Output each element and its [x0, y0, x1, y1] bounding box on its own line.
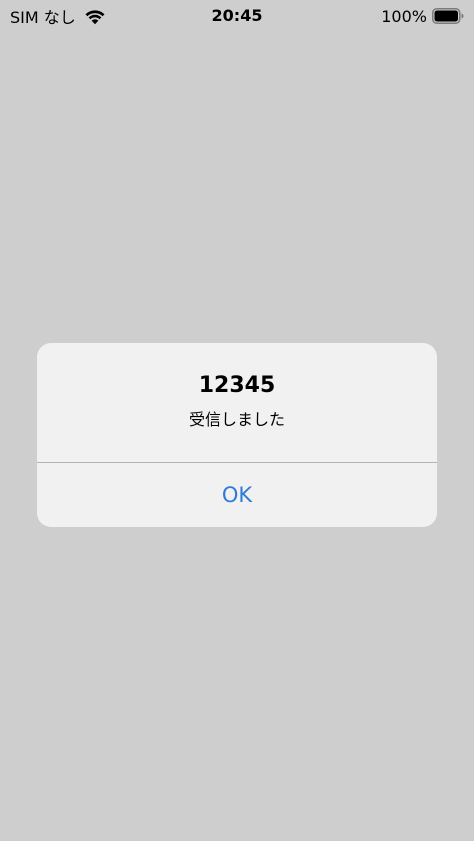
- app-screen: SIM なし 20:45 100% 12345 受信しました OK: [0, 0, 474, 841]
- battery-icon: [432, 8, 464, 24]
- battery-percent: 100%: [381, 6, 427, 26]
- status-right: 100%: [381, 5, 464, 27]
- alert-message: 受信しました: [188, 410, 285, 429]
- status-bar: SIM なし 20:45 100%: [0, 0, 474, 32]
- battery-fill: [434, 10, 458, 22]
- alert-dialog: 12345 受信しました OK: [37, 343, 437, 527]
- ok-button[interactable]: OK: [37, 463, 437, 527]
- alert-title: 12345: [198, 373, 276, 398]
